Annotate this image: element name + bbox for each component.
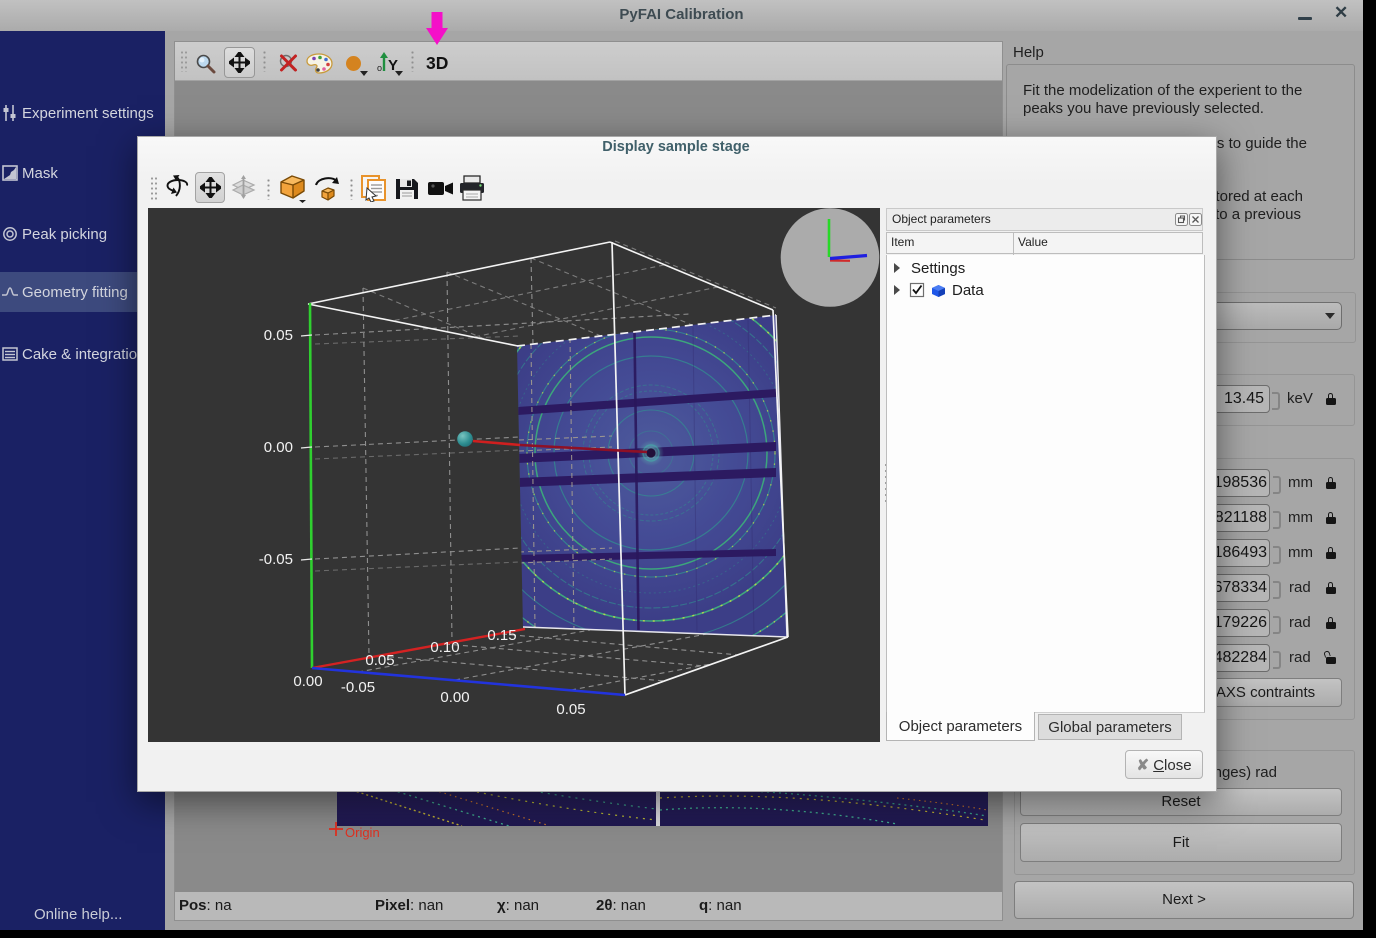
svg-text:0.05: 0.05 [365,652,394,669]
svg-text:0.05: 0.05 [264,327,293,344]
svg-text:Data: Data [952,282,984,299]
svg-text:-0.05: -0.05 [341,679,375,696]
svg-text:Origin: Origin [345,825,380,840]
svg-text:0.10: 0.10 [430,639,459,656]
svg-text:0.00: 0.00 [264,439,293,456]
svg-text:Settings: Settings [911,261,965,277]
svg-text:-0.05: -0.05 [259,551,293,568]
svg-text:0.15: 0.15 [487,627,516,644]
svg-text:0.00: 0.00 [293,673,322,690]
svg-text:o: o [377,63,382,73]
svg-text:0.00: 0.00 [440,689,469,706]
svg-text:0.05: 0.05 [556,701,585,718]
